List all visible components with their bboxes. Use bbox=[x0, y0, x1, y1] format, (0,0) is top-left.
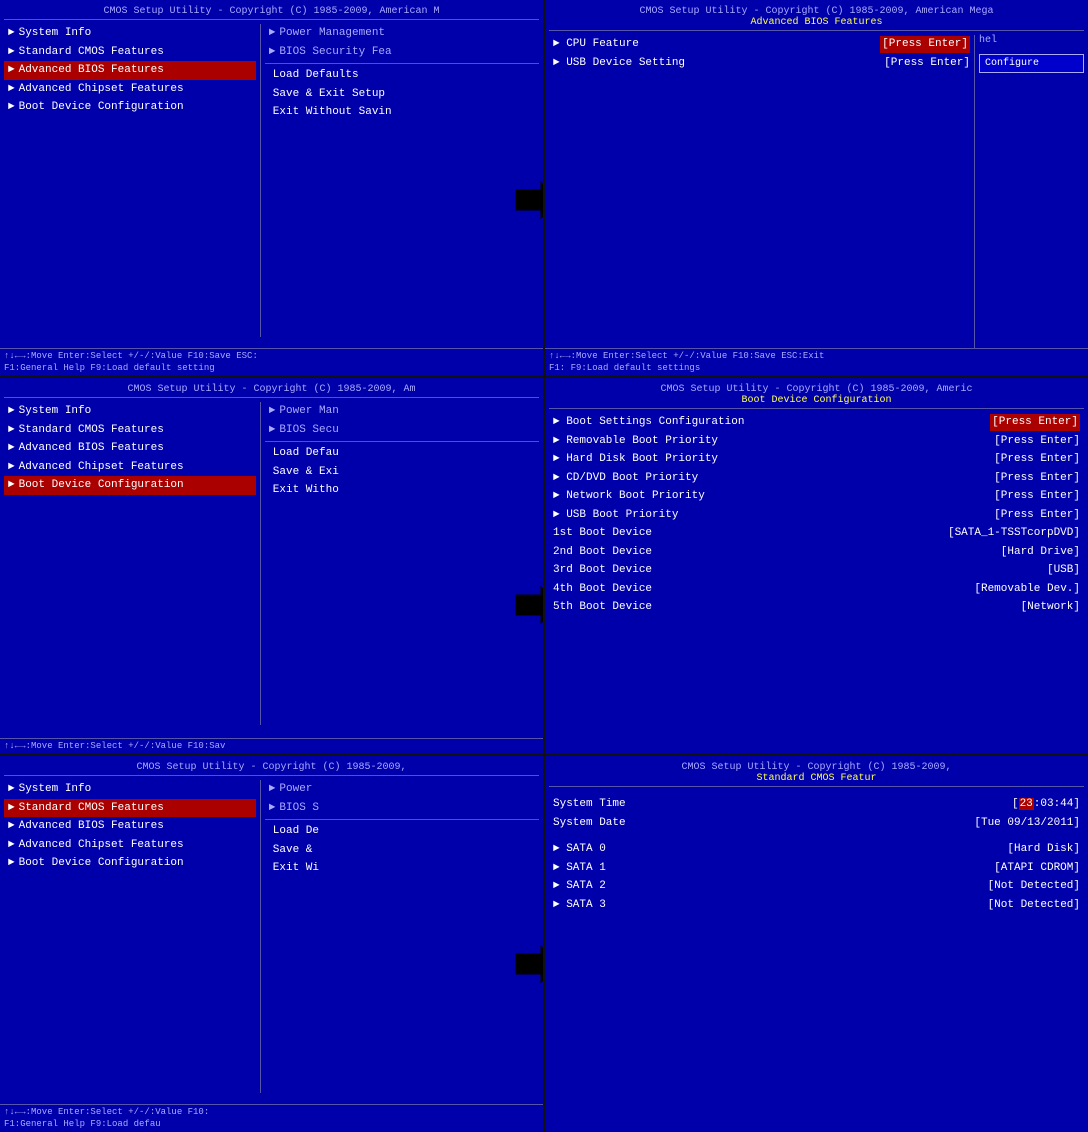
panel-5-standard-cmos-menu: CMOS Setup Utility - Copyright (C) 1985-… bbox=[0, 756, 543, 1132]
divider bbox=[265, 63, 539, 64]
p5-menu-system-info[interactable]: ► System Info bbox=[4, 780, 256, 799]
panel-2-advanced-bios: CMOS Setup Utility - Copyright (C) 1985-… bbox=[545, 0, 1088, 376]
arrow-icon: ► bbox=[8, 99, 15, 116]
p3-menu-advanced-chipset[interactable]: ► Advanced Chipset Features bbox=[4, 458, 256, 477]
p3-load-defaults[interactable]: Load Defau bbox=[265, 444, 539, 463]
p3-right-bios-sec[interactable]: ► BIOS Secu bbox=[265, 421, 539, 440]
p5-right-bios-s[interactable]: ► BIOS S bbox=[265, 799, 539, 818]
bios-row-3rd-boot[interactable]: 3rd Boot Device [USB] bbox=[549, 561, 1084, 580]
arrow-icon: ► bbox=[8, 25, 15, 42]
panel4-header: CMOS Setup Utility - Copyright (C) 1985-… bbox=[549, 382, 1084, 409]
panel-3-boot-menu: CMOS Setup Utility - Copyright (C) 1985-… bbox=[0, 378, 543, 754]
configure-box: Configure bbox=[979, 54, 1084, 73]
panel2-content: CPU Feature [Press Enter] USB Device Set… bbox=[549, 35, 974, 348]
bios-row-4th-boot[interactable]: 4th Boot Device [Removable Dev.] bbox=[549, 580, 1084, 599]
p5-menu-advanced-bios[interactable]: ► Advanced BIOS Features bbox=[4, 817, 256, 836]
panel1-status: ↑↓←→:Move Enter:Select +/-/:Value F10:Sa… bbox=[0, 348, 543, 376]
p5-save[interactable]: Save & bbox=[265, 841, 539, 860]
panel6-content: System Time [23:03:44] System Date [Tue … bbox=[549, 795, 1084, 914]
bios-row-removable-boot[interactable]: Removable Boot Priority [Press Enter] bbox=[549, 432, 1084, 451]
bios-row-network-boot[interactable]: Network Boot Priority [Press Enter] bbox=[549, 487, 1084, 506]
menu-item-advanced-chipset[interactable]: ► Advanced Chipset Features bbox=[4, 80, 256, 99]
p5-right-power[interactable]: ► Power bbox=[265, 780, 539, 799]
panel1-header: CMOS Setup Utility - Copyright (C) 1985-… bbox=[4, 4, 539, 20]
right-menu-power[interactable]: ► Power Management bbox=[265, 24, 539, 43]
panel-1-main-menu: CMOS Setup Utility - Copyright (C) 1985-… bbox=[0, 0, 543, 376]
menu-exit-without-saving[interactable]: Exit Without Savin bbox=[265, 103, 539, 122]
panel2-header: CMOS Setup Utility - Copyright (C) 1985-… bbox=[549, 4, 1084, 31]
menu-item-advanced-bios[interactable]: ► Advanced BIOS Features bbox=[4, 61, 256, 80]
p5-menu-advanced-chipset[interactable]: ► Advanced Chipset Features bbox=[4, 836, 256, 855]
p3-menu-system-info[interactable]: ► System Info bbox=[4, 402, 256, 421]
p3-right-power[interactable]: ► Power Man bbox=[265, 402, 539, 421]
p3-menu-standard-cmos[interactable]: ► Standard CMOS Features bbox=[4, 421, 256, 440]
panel6-header: CMOS Setup Utility - Copyright (C) 1985-… bbox=[549, 760, 1084, 787]
p5-menu-standard-cmos[interactable]: ► Standard CMOS Features bbox=[4, 799, 256, 818]
bios-row-hard-disk-boot[interactable]: Hard Disk Boot Priority [Press Enter] bbox=[549, 450, 1084, 469]
panel3-left-menu: ► System Info ► Standard CMOS Features ►… bbox=[4, 402, 261, 725]
panel1-left-menu: ► System Info ► Standard CMOS Features ►… bbox=[4, 24, 261, 337]
bios-row-system-date[interactable]: System Date [Tue 09/13/2011] bbox=[549, 814, 1084, 833]
bios-row-sata0[interactable]: SATA 0 [Hard Disk] bbox=[549, 840, 1084, 859]
panel2-help-col: hel Configure bbox=[974, 35, 1084, 348]
menu-load-defaults[interactable]: Load Defaults bbox=[265, 66, 539, 85]
p3-menu-boot-device[interactable]: ► Boot Device Configuration bbox=[4, 476, 256, 495]
main-grid: CMOS Setup Utility - Copyright (C) 1985-… bbox=[0, 0, 1088, 1132]
arrow-to-panel4 bbox=[511, 585, 543, 629]
p3-save-exit[interactable]: Save & Exi bbox=[265, 463, 539, 482]
menu-item-system-info[interactable]: ► System Info bbox=[4, 24, 256, 43]
bios-row-boot-settings[interactable]: Boot Settings Configuration [Press Enter… bbox=[549, 413, 1084, 432]
arrow-icon: ► bbox=[8, 81, 15, 98]
arrow-to-panel2 bbox=[511, 180, 543, 224]
panel2-status: ↑↓←→:Move Enter:Select +/-/:Value F10:Sa… bbox=[545, 348, 1088, 376]
arrow-icon: ► bbox=[269, 44, 276, 61]
right-menu-bios-security[interactable]: ► BIOS Security Fea bbox=[265, 43, 539, 62]
panel5-status: ↑↓←→:Move Enter:Select +/-/:Value F10: F… bbox=[0, 1104, 543, 1132]
bios-row-sata2[interactable]: SATA 2 [Not Detected] bbox=[549, 877, 1084, 896]
bios-row-5th-boot[interactable]: 5th Boot Device [Network] bbox=[549, 598, 1084, 617]
menu-item-standard-cmos[interactable]: ► Standard CMOS Features bbox=[4, 43, 256, 62]
arrow-icon: ► bbox=[8, 44, 15, 61]
bios-row-1st-boot[interactable]: 1st Boot Device [SATA_1-TSSTcorpDVD] bbox=[549, 524, 1084, 543]
bios-row-system-time[interactable]: System Time [23:03:44] bbox=[549, 795, 1084, 814]
panel3-header: CMOS Setup Utility - Copyright (C) 1985-… bbox=[4, 382, 539, 398]
panel3-right-menu: ► Power Man ► BIOS Secu Load Defau Save … bbox=[261, 402, 539, 725]
bios-row-usb-boot[interactable]: USB Boot Priority [Press Enter] bbox=[549, 506, 1084, 525]
p5-load-de[interactable]: Load De bbox=[265, 822, 539, 841]
panel-4-boot-config: CMOS Setup Utility - Copyright (C) 1985-… bbox=[545, 378, 1088, 754]
panel5-header: CMOS Setup Utility - Copyright (C) 1985-… bbox=[4, 760, 539, 776]
bios-row-cddvd-boot[interactable]: CD/DVD Boot Priority [Press Enter] bbox=[549, 469, 1084, 488]
panel5-left-menu: ► System Info ► Standard CMOS Features ►… bbox=[4, 780, 261, 1093]
panel1-right-menu: ► Power Management ► BIOS Security Fea L… bbox=[261, 24, 539, 337]
p3-menu-advanced-bios[interactable]: ► Advanced BIOS Features bbox=[4, 439, 256, 458]
arrow-to-panel6 bbox=[511, 944, 543, 988]
p3-exit-without[interactable]: Exit Witho bbox=[265, 481, 539, 500]
menu-save-exit[interactable]: Save & Exit Setup bbox=[265, 85, 539, 104]
panel4-content: Boot Settings Configuration [Press Enter… bbox=[549, 413, 1084, 617]
arrow-icon: ► bbox=[269, 25, 276, 42]
bios-row-cpu-feature[interactable]: CPU Feature [Press Enter] bbox=[549, 35, 974, 54]
panel-6-standard-cmos: CMOS Setup Utility - Copyright (C) 1985-… bbox=[545, 756, 1088, 1132]
panel5-right-menu: ► Power ► BIOS S Load De Save & Exit Wi bbox=[261, 780, 539, 1093]
help-label: hel bbox=[979, 35, 1084, 46]
menu-item-boot-device[interactable]: ► Boot Device Configuration bbox=[4, 98, 256, 117]
bios-row-sata3[interactable]: SATA 3 [Not Detected] bbox=[549, 896, 1084, 915]
panel3-status: ↑↓←→:Move Enter:Select +/-/:Value F10:Sa… bbox=[0, 738, 543, 754]
p5-menu-boot-device[interactable]: ► Boot Device Configuration bbox=[4, 854, 256, 873]
p5-exit-wi[interactable]: Exit Wi bbox=[265, 859, 539, 878]
arrow-icon: ► bbox=[8, 62, 15, 79]
bios-row-2nd-boot[interactable]: 2nd Boot Device [Hard Drive] bbox=[549, 543, 1084, 562]
bios-row-sata1[interactable]: SATA 1 [ATAPI CDROM] bbox=[549, 859, 1084, 878]
bios-row-usb-device[interactable]: USB Device Setting [Press Enter] bbox=[549, 54, 974, 73]
